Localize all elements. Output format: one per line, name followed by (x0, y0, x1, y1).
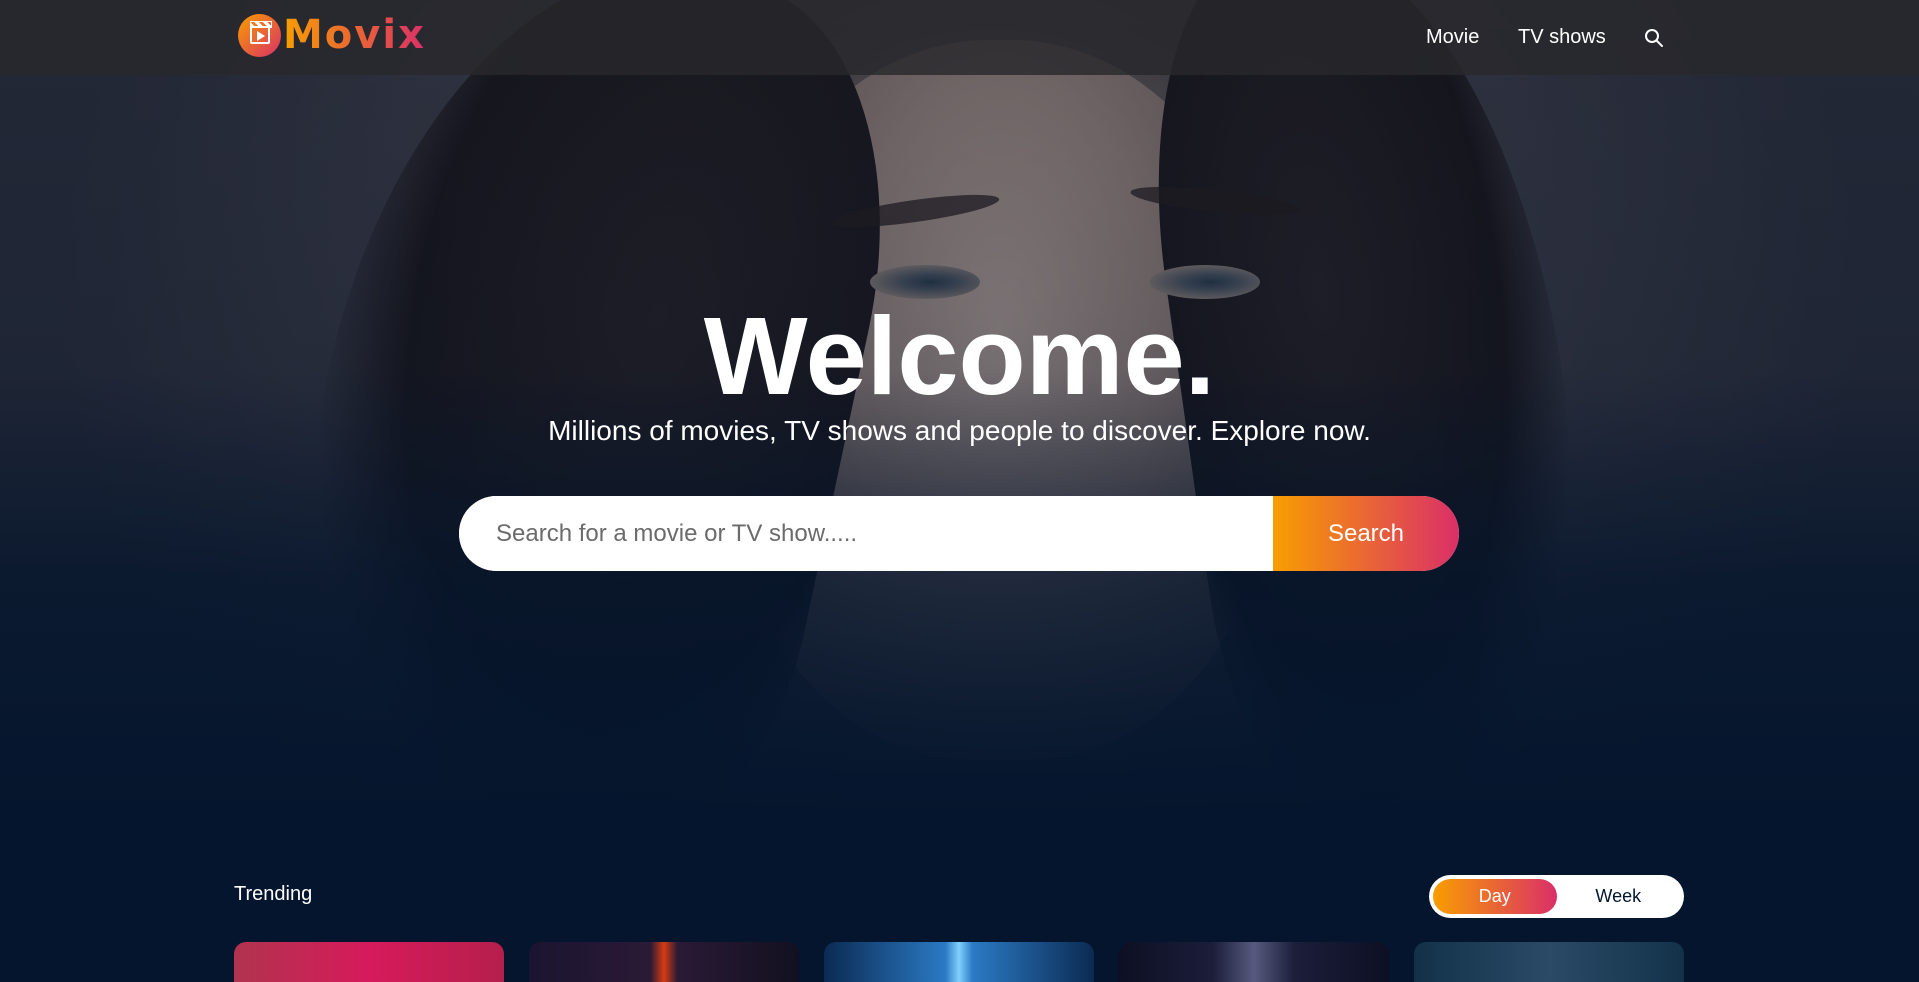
nav-movie[interactable]: Movie (1426, 26, 1479, 49)
logo-text: Movix (283, 12, 426, 58)
hero-title: Welcome. (703, 295, 1216, 418)
trending-time-switch: Day Week (1429, 875, 1684, 918)
trending-card[interactable] (1414, 942, 1684, 982)
trending-title: Trending (234, 883, 313, 905)
tab-day[interactable]: Day (1433, 879, 1557, 914)
trending-card[interactable] (824, 942, 1094, 982)
play-icon (257, 30, 265, 41)
nav-tv-shows[interactable]: TV shows (1518, 26, 1606, 49)
search-icon[interactable] (1644, 28, 1664, 48)
search-input[interactable] (459, 496, 1273, 571)
trending-card[interactable] (1119, 942, 1389, 982)
movie-clapper-icon (238, 13, 281, 57)
trending-card[interactable] (234, 942, 504, 982)
tab-week[interactable]: Week (1557, 879, 1681, 914)
trending-carousel (234, 942, 1684, 982)
search-button[interactable]: Search (1273, 496, 1459, 571)
hero-search-bar: Search (459, 496, 1459, 571)
trending-card[interactable] (529, 942, 799, 982)
hero-subtitle: Millions of movies, TV shows and people … (548, 415, 1371, 446)
top-header: Movix Movie TV shows (0, 0, 1919, 75)
logo[interactable]: Movix (238, 13, 426, 57)
